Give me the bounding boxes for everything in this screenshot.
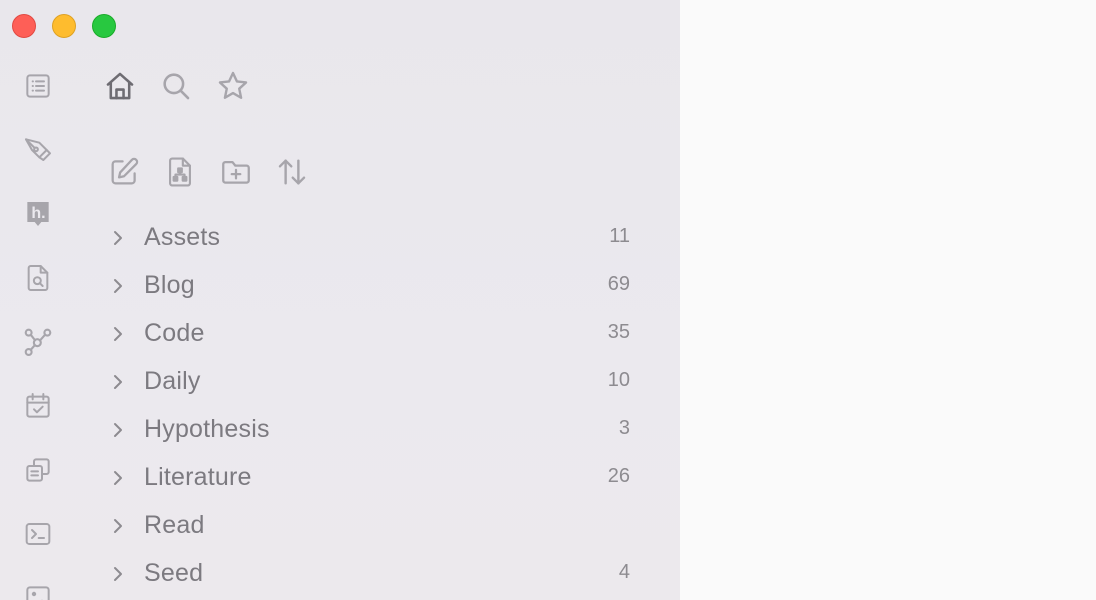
ribbon-copy-button[interactable] <box>20 452 56 488</box>
list-icon <box>26 74 50 98</box>
star-icon <box>218 71 248 99</box>
minimize-window-button[interactable] <box>52 14 76 38</box>
folder-item[interactable]: Hypothesis 3 <box>100 407 640 455</box>
svg-text:h.: h. <box>31 205 45 222</box>
ribbon-graph-button[interactable] <box>20 324 56 360</box>
folder-count: 4 <box>618 561 630 583</box>
maximize-window-button[interactable] <box>92 14 116 38</box>
tab-bookmarks[interactable] <box>215 68 251 104</box>
ribbon-pen-button[interactable] <box>20 132 56 168</box>
folder-item[interactable]: Blog 69 <box>100 263 640 311</box>
folder-item[interactable]: Read <box>100 503 640 551</box>
chevron-right-icon[interactable] <box>108 276 128 296</box>
chevron-right-icon[interactable] <box>108 468 128 488</box>
folder-label: Code <box>144 319 205 347</box>
folder-item[interactable]: Literature 26 <box>100 455 640 503</box>
calendar-check-icon <box>26 393 50 418</box>
window-controls <box>12 14 116 38</box>
search-icon <box>163 73 190 100</box>
sort-icon <box>278 159 306 185</box>
folder-label: Seed <box>144 559 204 587</box>
pen-tool-icon <box>25 138 51 161</box>
new-folder-icon <box>222 160 250 184</box>
file-search-icon <box>27 265 49 291</box>
chevron-right-icon[interactable] <box>108 228 128 248</box>
ribbon-file-search-button[interactable] <box>20 260 56 296</box>
copy-icon <box>26 458 50 482</box>
tab-files[interactable] <box>102 68 138 104</box>
home-icon <box>106 72 134 100</box>
ribbon-dice-button[interactable] <box>20 580 56 600</box>
folder-label: Literature <box>144 463 252 491</box>
ribbon-hypothesis-button[interactable]: h. <box>20 196 56 232</box>
chevron-right-icon[interactable] <box>108 372 128 392</box>
sort-button[interactable] <box>272 152 312 192</box>
chevron-right-icon[interactable] <box>108 420 128 440</box>
hypothesis-icon: h. <box>27 202 49 226</box>
new-canvas-button[interactable] <box>160 152 200 192</box>
folder-count: 69 <box>607 273 630 295</box>
folder-item[interactable]: Daily 10 <box>100 359 640 407</box>
new-note-button[interactable] <box>104 152 144 192</box>
ribbon-list-button[interactable] <box>20 68 56 104</box>
tab-search[interactable] <box>158 68 194 104</box>
folder-count: 10 <box>607 369 630 391</box>
folder-label: Daily <box>144 367 201 395</box>
folder-count: 11 <box>609 225 630 247</box>
folder-count: 26 <box>607 465 630 487</box>
terminal-icon <box>25 523 51 545</box>
sidebar: h. Assets 11 Blog 69 Code 35 Daily 10 Hy… <box>0 0 680 600</box>
chevron-right-icon[interactable] <box>108 324 128 344</box>
folder-count: 35 <box>607 321 630 343</box>
folder-item[interactable]: Assets 11 <box>100 215 640 263</box>
folder-label: Read <box>144 511 205 539</box>
folder-item[interactable]: Code 35 <box>100 311 640 359</box>
graph-icon <box>24 328 52 356</box>
folder-item[interactable]: Seed 4 <box>100 551 640 599</box>
folder-label: Blog <box>144 271 195 299</box>
new-canvas-icon <box>169 157 191 187</box>
folder-label: Hypothesis <box>144 415 270 443</box>
close-window-button[interactable] <box>12 14 36 38</box>
folder-count: 3 <box>618 417 630 439</box>
new-note-icon <box>111 157 139 185</box>
ribbon-calendar-button[interactable] <box>20 388 56 424</box>
dice-icon <box>26 586 50 600</box>
folder-label: Assets <box>144 223 221 251</box>
chevron-right-icon[interactable] <box>108 564 128 584</box>
main-pane <box>680 0 1096 600</box>
file-tree: Assets 11 Blog 69 Code 35 Daily 10 Hypothesis 3 Li… <box>100 215 640 599</box>
chevron-right-icon[interactable] <box>108 516 128 536</box>
ribbon-terminal-button[interactable] <box>20 516 56 552</box>
new-folder-button[interactable] <box>216 152 256 192</box>
